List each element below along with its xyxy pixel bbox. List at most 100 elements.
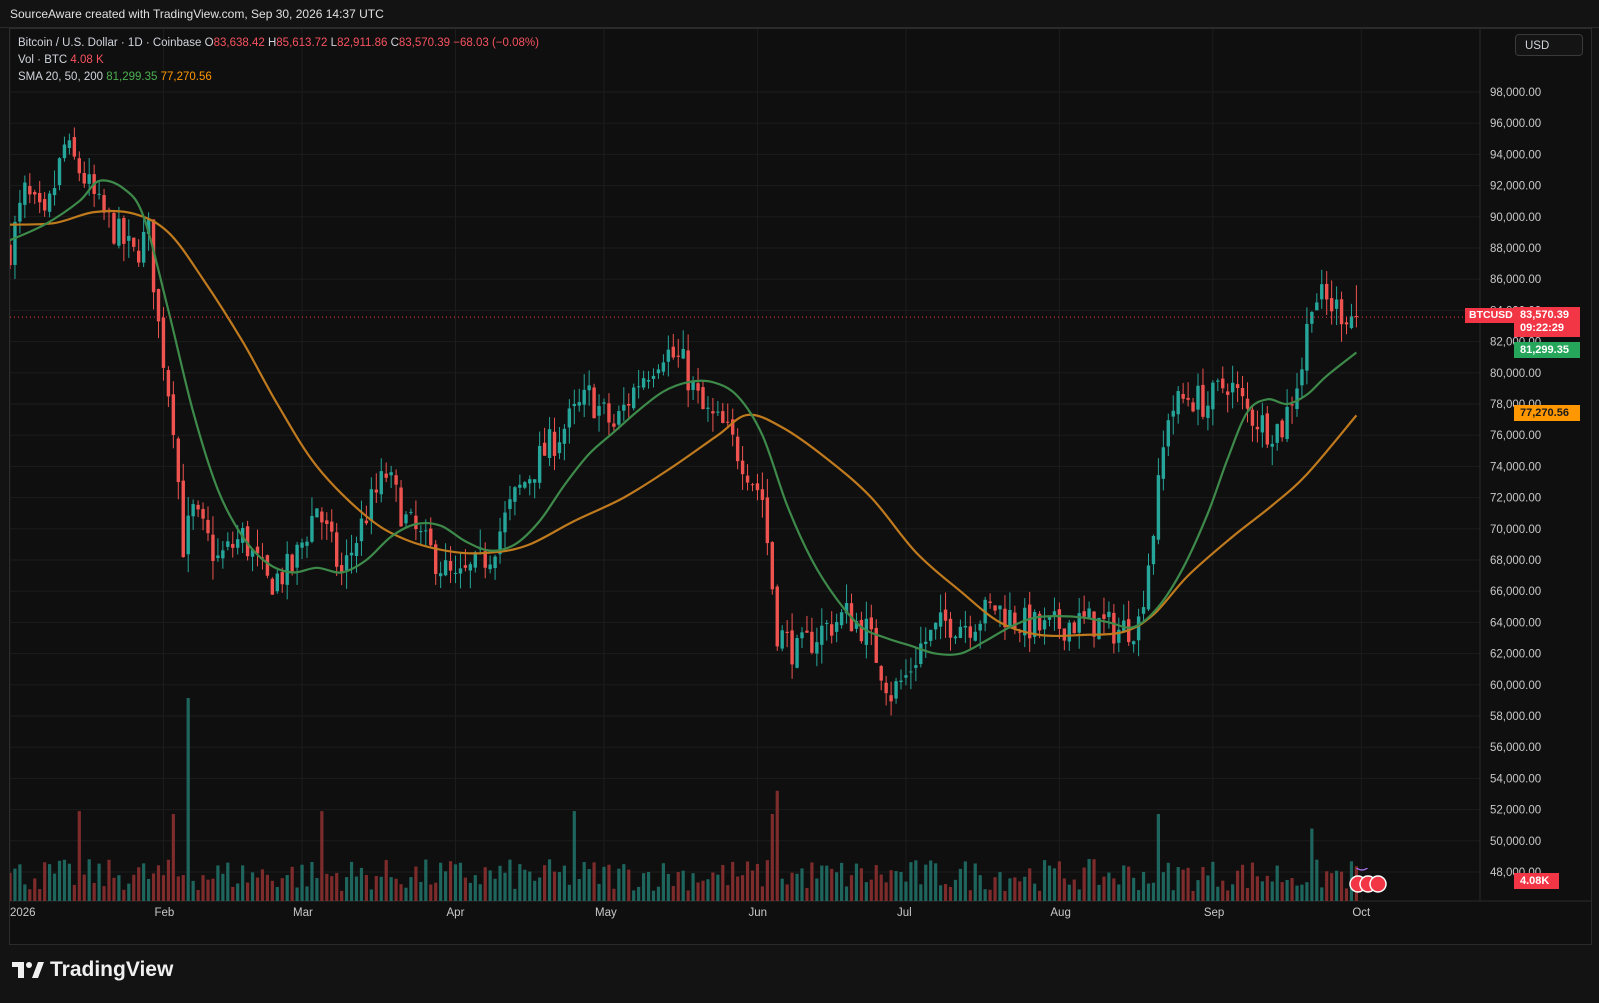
volume-bar <box>567 884 571 901</box>
volume-bar <box>305 886 309 901</box>
candle-body <box>275 573 279 592</box>
chart-frame[interactable]: 98,000.00 96,000.00 94,000.00 92,000.00 90,0… <box>9 28 1592 945</box>
volume-bar <box>988 889 992 901</box>
volume-bar <box>1216 886 1220 901</box>
volume-bar <box>1285 879 1289 901</box>
y-tick-label: 94,000.00 <box>1490 149 1541 161</box>
volume-bar <box>102 886 106 901</box>
candle-body <box>1315 302 1319 311</box>
candle-body <box>1216 380 1220 382</box>
volume-bar <box>953 879 958 901</box>
volume-bar <box>968 890 972 901</box>
volume-bar <box>122 889 126 901</box>
volume-bar <box>1028 868 1032 901</box>
y-tick-label: 88,000.00 <box>1490 243 1541 255</box>
candle-body <box>1290 404 1294 406</box>
candle-body <box>567 408 572 428</box>
candle-body <box>542 442 547 456</box>
x-tick-label: Aug <box>1050 907 1070 919</box>
candle-body <box>572 403 576 407</box>
candle-body <box>33 192 37 195</box>
candle-body <box>320 511 324 523</box>
candle-body <box>1042 620 1047 630</box>
candle-body <box>612 423 616 427</box>
volume-bar <box>686 890 690 901</box>
volume-bar <box>1255 876 1259 901</box>
volume-bar <box>745 861 750 901</box>
volume-bar <box>414 866 418 901</box>
y-tick-label: 86,000.00 <box>1490 274 1541 286</box>
volume-bar <box>632 890 636 901</box>
candle-body <box>636 386 641 388</box>
volume-bar <box>1122 865 1126 901</box>
candle-body <box>171 394 176 435</box>
volume-bar <box>1082 867 1086 901</box>
volume-bar <box>666 874 670 901</box>
candle-body <box>978 623 982 631</box>
volume-bar <box>978 875 982 901</box>
candle-body <box>349 552 354 556</box>
candle-body <box>721 411 725 423</box>
candle-body <box>285 553 289 585</box>
volume-bar <box>859 868 863 901</box>
candle-body <box>607 403 611 423</box>
volume-bar <box>1330 873 1334 901</box>
volume-bar <box>736 876 740 901</box>
candle-body <box>364 520 369 524</box>
candle-body <box>1255 426 1260 430</box>
event-markers[interactable] <box>1348 868 1388 908</box>
volume-bar <box>156 865 161 901</box>
symbol-description[interactable]: Bitcoin / U.S. Dollar · 1D · Coinbase <box>18 37 201 49</box>
volume-bar <box>1042 860 1047 901</box>
candle-body <box>765 497 770 544</box>
volume-bar <box>948 886 953 901</box>
lightning-icon[interactable] <box>1354 868 1370 871</box>
candle-body <box>1240 387 1245 397</box>
volume-bar <box>840 862 844 901</box>
sma-label[interactable]: SMA 20, 50, 200 <box>18 71 103 83</box>
volume-bar <box>963 861 967 901</box>
open-value: 83,638.42 <box>213 37 265 49</box>
volume-bar <box>1052 868 1057 901</box>
candle-body <box>914 665 918 668</box>
volume-label[interactable]: Vol · BTC <box>18 54 67 66</box>
close-label: C <box>390 37 399 49</box>
volume-bar <box>1221 880 1225 901</box>
candle-body <box>582 389 586 405</box>
volume-bar <box>77 811 81 901</box>
volume-bar <box>1295 885 1299 901</box>
candle-body <box>23 182 27 205</box>
candle-body <box>780 630 784 649</box>
price-chart[interactable]: 98,000.00 96,000.00 94,000.00 92,000.00 90,0… <box>10 29 1591 944</box>
x-tick-label: Jul <box>897 907 912 919</box>
volume-bar <box>741 875 745 901</box>
candle-body <box>211 534 215 561</box>
currency-selector[interactable]: USD <box>1515 34 1583 56</box>
candle-body <box>28 186 32 195</box>
open-label: O <box>204 37 214 49</box>
volume-bar <box>166 859 170 901</box>
volume-bar <box>790 872 794 901</box>
tradingview-logo[interactable]: TradingView <box>12 958 173 982</box>
volume-bar <box>825 865 829 901</box>
flag-us-icon[interactable] <box>1349 875 1387 893</box>
candle-body <box>869 617 873 630</box>
volume-bar <box>142 863 146 901</box>
volume-bar <box>617 868 621 901</box>
volume-bar <box>13 868 17 901</box>
volume-bar <box>10 872 12 901</box>
volume-bar <box>899 871 903 901</box>
volume-bar <box>770 814 774 901</box>
volume-bar <box>458 862 463 901</box>
volume-bar <box>849 875 854 901</box>
volume-bar <box>137 867 141 901</box>
volume-bar <box>587 869 591 901</box>
candle-body <box>760 489 765 500</box>
volume-bar <box>765 860 769 901</box>
volume-bar <box>627 869 631 901</box>
candle-body <box>1191 402 1195 412</box>
candle-body <box>919 643 923 665</box>
candle-body <box>325 520 329 524</box>
volume-bar <box>676 871 680 901</box>
candle-body <box>221 550 225 559</box>
